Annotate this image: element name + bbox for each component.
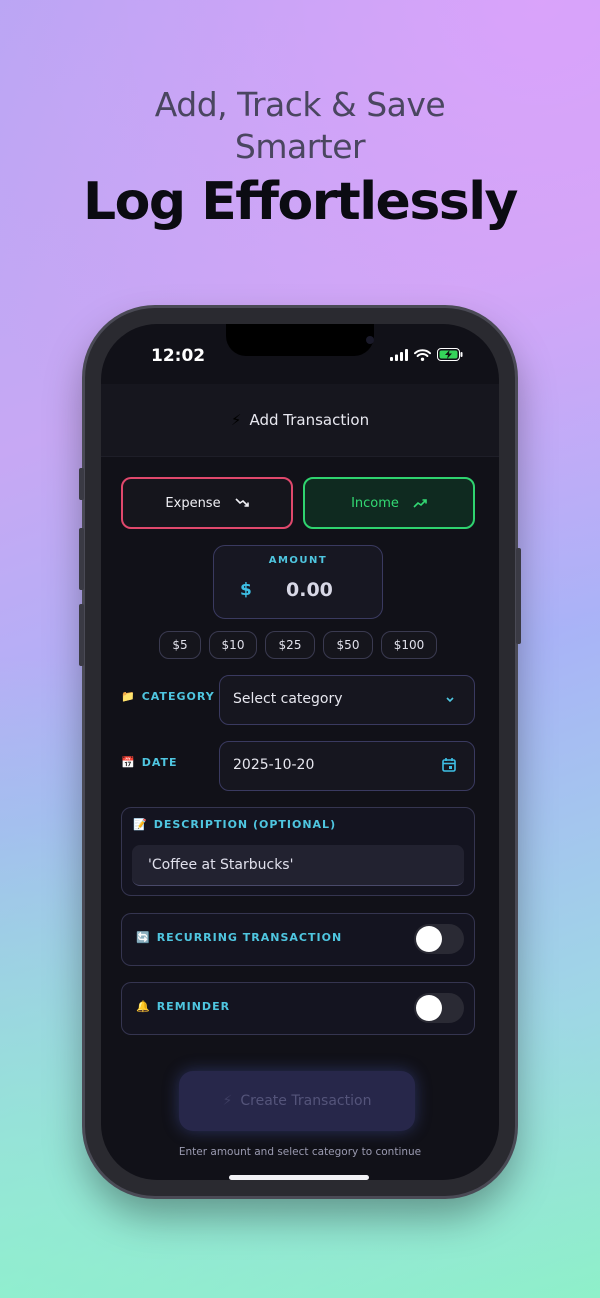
category-label: 📁 CATEGORY — [121, 690, 215, 703]
description-placeholder: 'Coffee at Starbucks' — [148, 857, 294, 873]
status-time: 12:02 — [151, 346, 206, 366]
recurring-label: 🔄 RECURRING TRANSACTION — [136, 931, 342, 944]
lightning-icon: ⚡ — [230, 411, 242, 429]
reminder-toggle[interactable] — [414, 993, 464, 1023]
bell-icon: 🔔 — [136, 1000, 151, 1013]
date-field[interactable]: 2025-10-20 — [219, 741, 475, 791]
toggle-knob — [416, 926, 442, 952]
trending-up-icon — [413, 499, 427, 508]
memo-icon: 📝 — [133, 818, 148, 831]
repeat-icon: 🔄 — [136, 931, 151, 944]
home-indicator[interactable] — [229, 1175, 369, 1180]
promo-subtitle-line1: Add, Track & Save — [154, 85, 446, 124]
transaction-type-toggle: Expense Income — [121, 477, 475, 529]
expense-label: Expense — [165, 495, 221, 511]
calendar-icon[interactable] — [442, 757, 456, 773]
category-label-text: CATEGORY — [141, 690, 215, 703]
signal-icon — [390, 348, 408, 361]
folder-icon: 📁 — [121, 690, 136, 703]
status-icons — [390, 348, 463, 361]
description-label: 📝 DESCRIPTION (OPTIONAL) — [133, 818, 336, 831]
toggle-knob — [416, 995, 442, 1021]
create-transaction-label: Create Transaction — [240, 1093, 372, 1109]
phone-volume-up — [79, 528, 84, 590]
recurring-card: 🔄 RECURRING TRANSACTION — [121, 913, 475, 966]
battery-charging-icon — [437, 348, 463, 361]
reminder-label: 🔔 REMINDER — [136, 1000, 230, 1013]
create-transaction-button[interactable]: ⚡ Create Transaction — [179, 1071, 415, 1131]
phone-frame: 12:02 ⚡ Add Transaction Expense Income A… — [79, 308, 521, 1196]
quick-amount-chip[interactable]: $25 — [265, 631, 315, 659]
reminder-card: 🔔 REMINDER — [121, 982, 475, 1035]
description-input[interactable]: 'Coffee at Starbucks' — [132, 845, 464, 886]
category-select[interactable]: Select category — [219, 675, 475, 725]
promo-headline: Add, Track & Save Smarter Log Effortless… — [0, 84, 600, 232]
date-label-text: DATE — [141, 756, 178, 769]
amount-label: AMOUNT — [268, 555, 328, 566]
income-button[interactable]: Income — [303, 477, 475, 529]
lightning-icon: ⚡ — [222, 1093, 233, 1109]
phone-power-button — [516, 548, 521, 644]
description-label-text: DESCRIPTION (OPTIONAL) — [153, 818, 337, 831]
phone-screen: 12:02 ⚡ Add Transaction Expense Income A… — [101, 324, 499, 1180]
quick-amounts: $5 $10 $25 $50 $100 — [159, 631, 437, 659]
income-label: Income — [351, 495, 399, 511]
helper-hint: Enter amount and select category to cont… — [178, 1146, 422, 1158]
wifi-icon — [414, 348, 431, 361]
trending-down-icon — [235, 498, 249, 507]
quick-amount-chip[interactable]: $10 — [209, 631, 257, 659]
phone-volume-down — [79, 604, 84, 666]
promo-title: Log Effortlessly — [83, 172, 518, 232]
calendar-emoji-icon: 📅 — [121, 756, 136, 769]
expense-button[interactable]: Expense — [121, 477, 293, 529]
nav-bar: ⚡ Add Transaction — [101, 384, 499, 457]
recurring-label-text: RECURRING TRANSACTION — [156, 931, 343, 944]
quick-amount-chip[interactable]: $5 — [159, 631, 201, 659]
quick-amount-chip[interactable]: $100 — [381, 631, 437, 659]
chevron-down-icon — [446, 697, 454, 703]
page-title: Add Transaction — [249, 411, 370, 429]
phone-mute-switch — [79, 468, 84, 500]
category-placeholder: Select category — [233, 691, 343, 707]
camera-dot — [366, 336, 374, 344]
promo-subtitle-line2: Smarter — [234, 127, 366, 166]
description-card: 📝 DESCRIPTION (OPTIONAL) 'Coffee at Star… — [121, 807, 475, 896]
date-label: 📅 DATE — [121, 756, 178, 769]
currency-symbol: $ — [240, 580, 252, 600]
date-value: 2025-10-20 — [233, 757, 315, 773]
quick-amount-chip[interactable]: $50 — [323, 631, 373, 659]
reminder-label-text: REMINDER — [156, 1000, 231, 1013]
recurring-toggle[interactable] — [414, 924, 464, 954]
amount-value[interactable]: 0.00 — [286, 579, 333, 601]
status-bar: 12:02 — [101, 346, 499, 370]
amount-input[interactable]: AMOUNT $ 0.00 — [213, 545, 383, 619]
